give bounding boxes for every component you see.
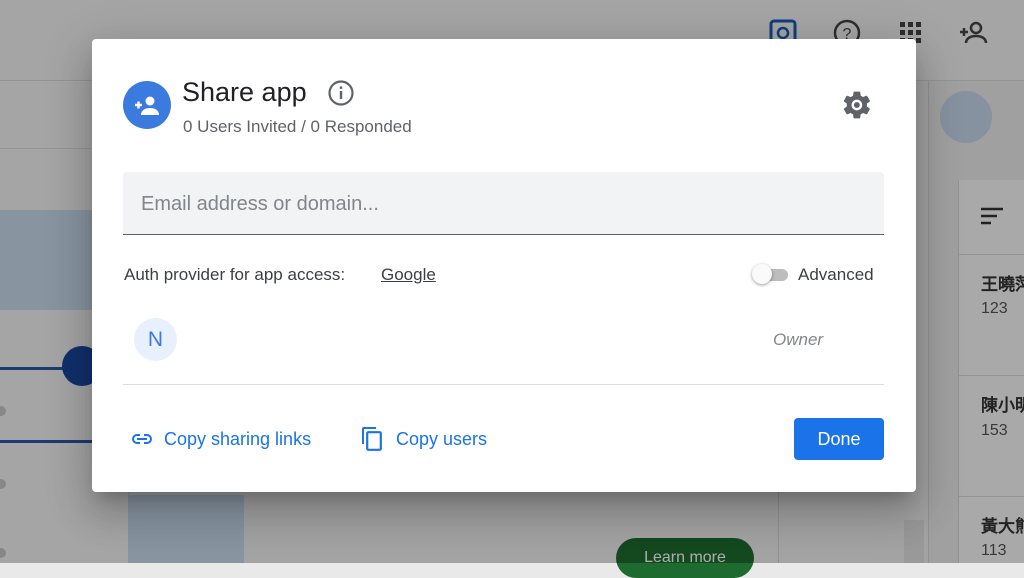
gear-icon[interactable] xyxy=(841,89,873,121)
user-role: Owner xyxy=(773,330,824,349)
auth-provider-label: Auth provider for app access: xyxy=(124,265,346,284)
copy-sharing-links-label: Copy sharing links xyxy=(164,428,312,449)
email-input[interactable] xyxy=(139,172,873,236)
copy-users-label: Copy users xyxy=(396,428,488,449)
link-icon xyxy=(132,434,152,444)
invite-status: 0 Users Invited / 0 Responded xyxy=(183,117,412,136)
auth-provider-link[interactable]: Google xyxy=(381,265,436,285)
info-icon[interactable] xyxy=(327,79,355,107)
done-button[interactable]: Done xyxy=(794,418,884,460)
share-avatar xyxy=(123,81,171,129)
advanced-label: Advanced xyxy=(798,265,874,284)
dialog-divider xyxy=(123,384,884,385)
advanced-toggle[interactable] xyxy=(752,264,788,284)
share-app-dialog: Share app 0 Users Invited / 0 Responded … xyxy=(92,39,916,492)
copy-users-button[interactable]: Copy users xyxy=(360,425,487,453)
user-avatar: N xyxy=(134,318,177,361)
copy-icon xyxy=(362,427,382,451)
toggle-knob xyxy=(752,264,772,284)
email-field[interactable] xyxy=(123,172,884,236)
add-person-icon xyxy=(135,96,159,115)
dialog-title: Share app xyxy=(182,77,307,107)
copy-sharing-links-button[interactable]: Copy sharing links xyxy=(130,425,311,453)
